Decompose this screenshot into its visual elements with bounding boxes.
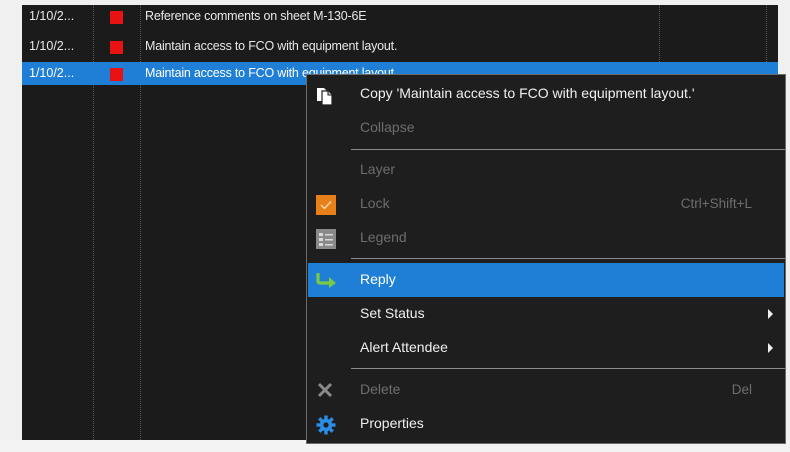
menu-item-label: Legend bbox=[360, 229, 407, 245]
menu-item-label: Alert Attendee bbox=[360, 339, 448, 355]
legend-icon bbox=[316, 229, 336, 249]
shortcut-label: Ctrl+Shift+L bbox=[680, 196, 752, 211]
menu-item-properties[interactable]: Properties bbox=[308, 407, 784, 441]
menu-item-alert-attendee[interactable]: Alert Attendee bbox=[308, 331, 784, 365]
menu-separator bbox=[351, 258, 785, 259]
menu-item-delete[interactable]: Delete Del bbox=[308, 373, 784, 407]
menu-item-label: Layer bbox=[360, 161, 396, 177]
menu-item-collapse[interactable]: Collapse bbox=[308, 111, 784, 145]
checkmark-icon bbox=[316, 195, 336, 215]
menu-item-legend[interactable]: Legend bbox=[308, 221, 784, 255]
gear-icon bbox=[316, 415, 336, 435]
table-row[interactable]: 1/10/2... Reference comments on sheet M-… bbox=[22, 5, 778, 28]
menu-item-label: Reply bbox=[360, 271, 396, 287]
submenu-arrow-icon bbox=[768, 343, 773, 353]
status-color-swatch bbox=[110, 41, 123, 54]
subject-cell: Reference comments on sheet M-130-6E bbox=[145, 9, 367, 23]
menu-item-label: Properties bbox=[360, 415, 424, 431]
menu-item-reply[interactable]: Reply bbox=[308, 263, 784, 297]
menu-item-layer[interactable]: Layer bbox=[308, 153, 784, 187]
menu-separator bbox=[351, 149, 785, 150]
status-color-swatch bbox=[110, 68, 123, 81]
date-cell: 1/10/2... bbox=[29, 9, 75, 23]
date-cell: 1/10/2... bbox=[29, 66, 75, 80]
shortcut-label: Del bbox=[731, 382, 752, 397]
menu-separator bbox=[351, 368, 785, 369]
menu-item-label: Delete bbox=[360, 381, 401, 397]
menu-item-copy[interactable]: Copy 'Maintain access to FCO with equipm… bbox=[308, 77, 784, 111]
subject-cell: Maintain access to FCO with equipment la… bbox=[145, 39, 398, 53]
submenu-arrow-icon bbox=[768, 309, 773, 319]
menu-item-label: Set Status bbox=[360, 305, 425, 321]
menu-item-label: Lock bbox=[360, 195, 390, 211]
menu-item-label: Copy 'Maintain access to FCO with equipm… bbox=[360, 85, 695, 101]
copy-icon bbox=[316, 85, 334, 106]
menu-item-set-status[interactable]: Set Status bbox=[308, 297, 784, 331]
context-menu: Copy 'Maintain access to FCO with equipm… bbox=[306, 74, 786, 444]
menu-item-label: Collapse bbox=[360, 119, 415, 135]
reply-arrow-icon bbox=[316, 271, 336, 289]
date-cell: 1/10/2... bbox=[29, 39, 75, 53]
table-row[interactable]: 1/10/2... Maintain access to FCO with eq… bbox=[22, 35, 778, 58]
status-color-swatch bbox=[110, 11, 123, 24]
menu-item-lock[interactable]: Lock Ctrl+Shift+L bbox=[308, 187, 784, 221]
delete-x-icon bbox=[316, 381, 334, 399]
